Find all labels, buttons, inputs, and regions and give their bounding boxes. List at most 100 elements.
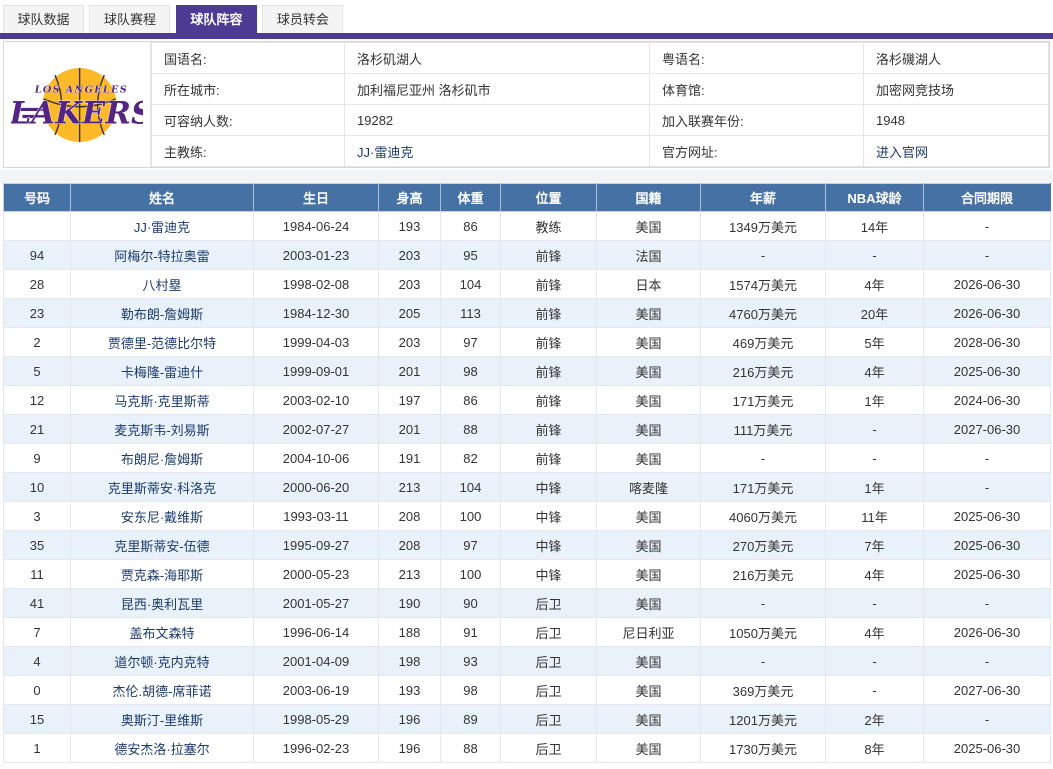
player-number-cell: 12 xyxy=(4,386,71,415)
player-name-link[interactable]: 德安杰洛·拉塞尔 xyxy=(114,742,209,757)
salary-cell: 4760万美元 xyxy=(701,299,826,328)
player-name-cell: 勒布朗-詹姆斯 xyxy=(71,299,254,328)
salary-cell: 171万美元 xyxy=(701,473,826,502)
player-name-link[interactable]: 盖布文森特 xyxy=(129,626,194,641)
player-name-cell: 克里斯蒂安-伍德 xyxy=(71,531,254,560)
player-name-cell: 八村塁 xyxy=(71,270,254,299)
nba-age-cell: 14年 xyxy=(826,212,924,241)
weight-cell: 95 xyxy=(441,241,501,270)
position-cell: 前锋 xyxy=(501,328,597,357)
tab-team-schedule[interactable]: 球队赛程 xyxy=(89,5,170,33)
player-name-link[interactable]: 阿梅尔-特拉奥雷 xyxy=(114,249,209,264)
player-name-cell: 杰伦.胡德-席菲诺 xyxy=(71,676,254,705)
position-cell: 后卫 xyxy=(501,676,597,705)
player-row: 4道尔顿·克内克特2001-04-0919893后卫美国--- xyxy=(4,647,1051,676)
player-number-cell: 35 xyxy=(4,531,71,560)
salary-cell: 1050万美元 xyxy=(701,618,826,647)
player-name-link[interactable]: 杰伦.胡德-席菲诺 xyxy=(113,684,212,699)
info-row: 主教练: JJ·雷迪克 官方网址: 进入官网 xyxy=(152,136,1049,167)
contract-until-cell: 2027-06-30 xyxy=(924,676,1051,705)
tab-player-transfers[interactable]: 球员转会 xyxy=(262,5,343,33)
player-name-link[interactable]: 奥斯汀-里维斯 xyxy=(121,713,203,728)
player-name-link[interactable]: 安东尼·戴维斯 xyxy=(121,510,203,525)
nba-age-cell: - xyxy=(826,589,924,618)
height-cell: 208 xyxy=(379,502,441,531)
roster-header-row: 号码 姓名 生日 身高 体重 位置 国籍 年薪 NBA球龄 合同期限 xyxy=(4,184,1051,212)
player-name-link[interactable]: 贾德里-范德比尔特 xyxy=(108,336,216,351)
player-row: 11贾克森-海耶斯2000-05-23213100中锋美国216万美元4年202… xyxy=(4,560,1051,589)
official-site-link[interactable]: 进入官网 xyxy=(876,145,928,160)
birthday-cell: 2002-07-27 xyxy=(254,415,379,444)
salary-cell: 216万美元 xyxy=(701,560,826,589)
position-cell: 前锋 xyxy=(501,357,597,386)
nba-age-cell: 4年 xyxy=(826,270,924,299)
player-name-link[interactable]: 克里斯蒂安-伍德 xyxy=(114,539,209,554)
player-row: 0杰伦.胡德-席菲诺2003-06-1919398后卫美国369万美元-2027… xyxy=(4,676,1051,705)
salary-cell: 111万美元 xyxy=(701,415,826,444)
nationality-cell: 美国 xyxy=(597,299,701,328)
player-name-link[interactable]: 贾克森-海耶斯 xyxy=(121,568,203,583)
nba-age-cell: - xyxy=(826,444,924,473)
player-number-cell: 4 xyxy=(4,647,71,676)
player-name-link[interactable]: 卡梅隆-雷迪什 xyxy=(121,365,203,380)
height-cell: 190 xyxy=(379,589,441,618)
team-info-panel: LOS ANGELES LAKERS 国语名: 洛杉矶湖人 粤语名: 洛杉磯湖人… xyxy=(3,41,1050,168)
head-coach-link[interactable]: JJ·雷迪克 xyxy=(357,145,413,160)
contract-until-cell: 2025-06-30 xyxy=(924,531,1051,560)
nba-age-cell: - xyxy=(826,241,924,270)
player-name-link[interactable]: 八村塁 xyxy=(142,278,181,293)
tab-team-roster[interactable]: 球队阵容 xyxy=(176,5,257,33)
nationality-cell: 美国 xyxy=(597,415,701,444)
player-number-cell: 11 xyxy=(4,560,71,589)
col-header-height: 身高 xyxy=(379,184,441,212)
player-name-cell: JJ·雷迪克 xyxy=(71,212,254,241)
player-row: 2贾德里-范德比尔特1999-04-0320397前锋美国469万美元5年202… xyxy=(4,328,1051,357)
position-cell: 前锋 xyxy=(501,386,597,415)
player-name-link[interactable]: 麦克斯韦-刘易斯 xyxy=(114,423,209,438)
player-name-link[interactable]: 勒布朗-詹姆斯 xyxy=(121,307,203,322)
contract-until-cell: - xyxy=(924,241,1051,270)
player-name-cell: 盖布文森特 xyxy=(71,618,254,647)
player-name-link[interactable]: 克里斯蒂安·科洛克 xyxy=(108,481,216,496)
player-row: 9布朗尼·詹姆斯2004-10-0619182前锋美国--- xyxy=(4,444,1051,473)
weight-cell: 100 xyxy=(441,502,501,531)
info-label: 主教练: xyxy=(152,136,345,167)
nationality-cell: 美国 xyxy=(597,560,701,589)
height-cell: 203 xyxy=(379,241,441,270)
player-name-link[interactable]: 布朗尼·詹姆斯 xyxy=(121,452,203,467)
nationality-cell: 美国 xyxy=(597,647,701,676)
birthday-cell: 1996-06-14 xyxy=(254,618,379,647)
weight-cell: 93 xyxy=(441,647,501,676)
player-row: 5卡梅隆-雷迪什1999-09-0120198前锋美国216万美元4年2025-… xyxy=(4,357,1051,386)
weight-cell: 98 xyxy=(441,676,501,705)
player-name-cell: 道尔顿·克内克特 xyxy=(71,647,254,676)
weight-cell: 97 xyxy=(441,328,501,357)
tab-team-data[interactable]: 球队数据 xyxy=(3,5,84,33)
player-name-link[interactable]: JJ·雷迪克 xyxy=(134,220,190,235)
player-row: 15奥斯汀-里维斯1998-05-2919689后卫美国1201万美元2年- xyxy=(4,705,1051,734)
salary-cell: - xyxy=(701,241,826,270)
position-cell: 后卫 xyxy=(501,705,597,734)
nationality-cell: 美国 xyxy=(597,502,701,531)
birthday-cell: 2003-01-23 xyxy=(254,241,379,270)
player-name-link[interactable]: 昆西·奥利瓦里 xyxy=(121,597,203,612)
nba-age-cell: 2年 xyxy=(826,705,924,734)
weight-cell: 100 xyxy=(441,560,501,589)
contract-until-cell: - xyxy=(924,647,1051,676)
player-name-link[interactable]: 道尔顿·克内克特 xyxy=(114,655,209,670)
roster-table-body: JJ·雷迪克1984-06-2419386教练美国1349万美元14年-94阿梅… xyxy=(4,212,1051,763)
height-cell: 193 xyxy=(379,212,441,241)
weight-cell: 88 xyxy=(441,734,501,763)
height-cell: 213 xyxy=(379,473,441,502)
player-name-cell: 贾德里-范德比尔特 xyxy=(71,328,254,357)
height-cell: 208 xyxy=(379,531,441,560)
player-row: JJ·雷迪克1984-06-2419386教练美国1349万美元14年- xyxy=(4,212,1051,241)
nationality-cell: 喀麦隆 xyxy=(597,473,701,502)
height-cell: 198 xyxy=(379,647,441,676)
contract-until-cell: 2024-06-30 xyxy=(924,386,1051,415)
height-cell: 203 xyxy=(379,270,441,299)
player-name-link[interactable]: 马克斯·克里斯蒂 xyxy=(114,394,209,409)
nba-age-cell: 7年 xyxy=(826,531,924,560)
player-row: 35克里斯蒂安-伍德1995-09-2720897中锋美国270万美元7年202… xyxy=(4,531,1051,560)
nationality-cell: 日本 xyxy=(597,270,701,299)
